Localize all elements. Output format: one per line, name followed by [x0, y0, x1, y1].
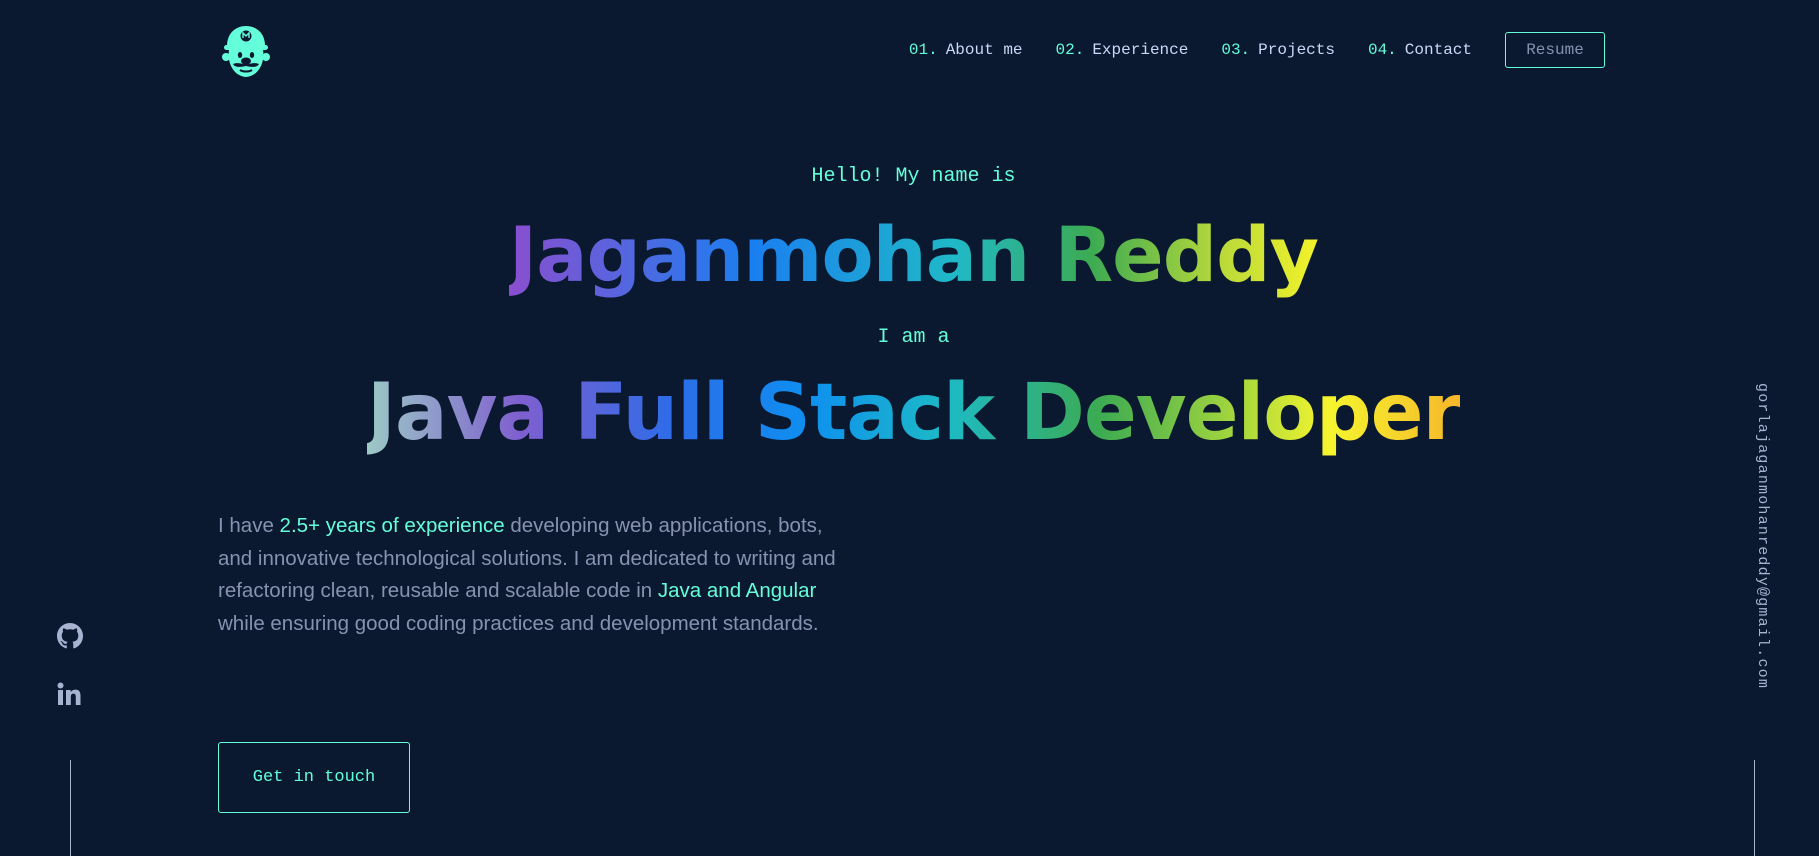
page: 01. About me 02. Experience 03. Projects 04…	[0, 0, 1819, 856]
about-text: I have	[218, 514, 280, 537]
nav-label: About me	[945, 41, 1023, 59]
nav-number: 01.	[908, 41, 938, 59]
nav-number: 02.	[1055, 41, 1085, 59]
email-link[interactable]: gorlajaganmohanreddy@gmail.com	[1733, 383, 1781, 709]
about-text: while ensuring good coding practices and…	[218, 611, 819, 635]
nav-label: Experience	[1092, 41, 1189, 59]
hero-role-text: Java Full Stack Developer	[366, 368, 1461, 458]
github-icon[interactable]	[57, 623, 83, 649]
about-paragraph: I have 2.5+ years of experience developi…	[218, 510, 838, 640]
left-vertical-line	[70, 760, 71, 856]
about-highlight-skills: Java and Angular	[657, 579, 817, 602]
resume-button[interactable]: Resume	[1505, 32, 1605, 68]
hero-role: Java Full Stack Developer	[0, 363, 1819, 463]
nav-item-about[interactable]: 01. About me	[909, 41, 1023, 59]
logo-mario-icon[interactable]	[221, 24, 271, 80]
hero-name-text: Jaganmohan Reddy	[508, 210, 1319, 299]
nav-label: Contact	[1404, 41, 1472, 59]
nav-item-projects[interactable]: 03. Projects	[1221, 41, 1335, 59]
greeting-text: Hello! My name is	[811, 165, 1016, 188]
linkedin-icon[interactable]	[57, 682, 83, 708]
nav-item-contact[interactable]: 04. Contact	[1368, 41, 1472, 59]
hero-name: Jaganmohan Reddy	[0, 205, 1819, 305]
about-highlight-experience: 2.5+ years of experience	[279, 514, 505, 537]
nav-label: Projects	[1258, 41, 1335, 59]
i-am-text: I am a	[877, 326, 950, 349]
nav-number: 03.	[1221, 41, 1251, 59]
right-vertical-line	[1754, 760, 1755, 856]
nav-number: 04.	[1367, 41, 1397, 59]
email-text: gorlajaganmohanreddy@gmail.com	[1754, 383, 1771, 690]
nav-item-experience[interactable]: 02. Experience	[1056, 41, 1189, 59]
top-nav: 01. About me 02. Experience 03. Projects 04…	[909, 32, 1605, 68]
get-in-touch-button[interactable]: Get in touch	[218, 742, 410, 813]
